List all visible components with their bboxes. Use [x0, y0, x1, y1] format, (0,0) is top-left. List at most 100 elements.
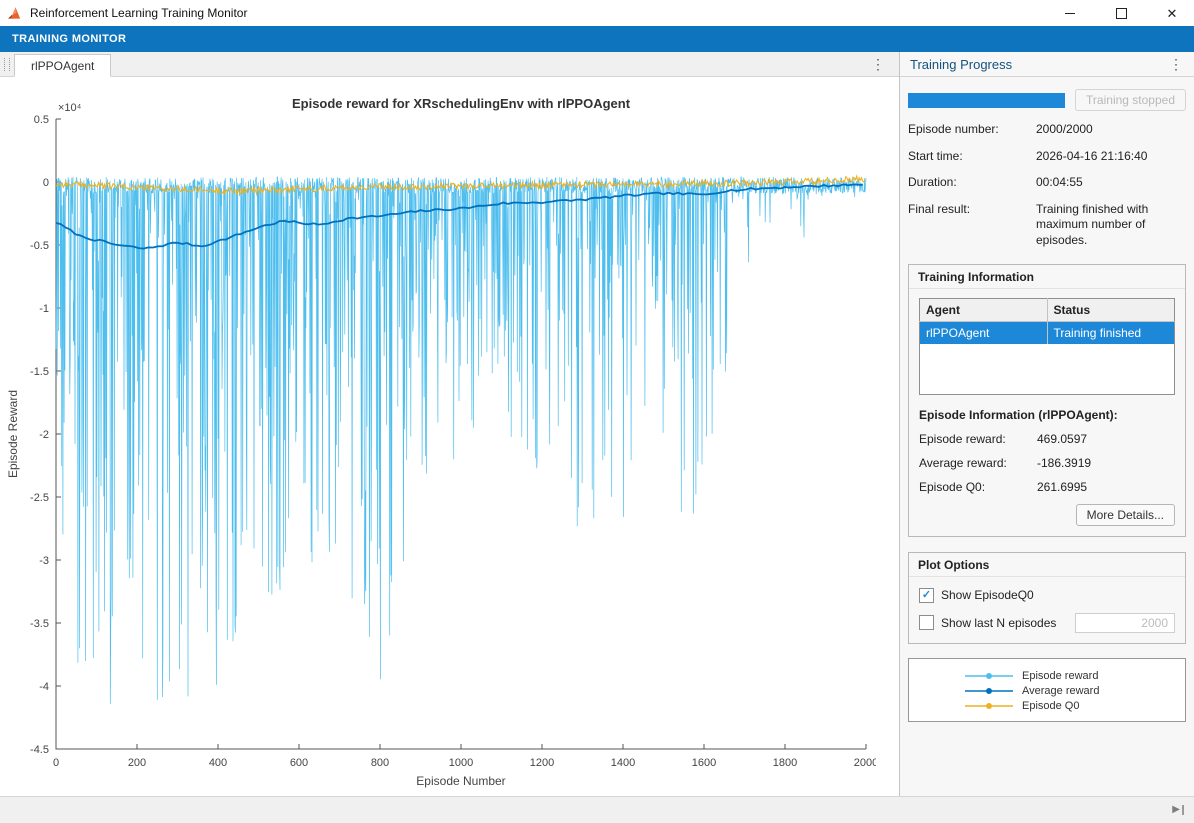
field-value: Training finished with maximum number of…: [1036, 202, 1186, 249]
tab-rlppoagent[interactable]: rlPPOAgent: [14, 54, 111, 77]
y-tick-label: -1: [39, 303, 49, 315]
training-progress-bar: [908, 93, 1065, 108]
table-row-rlppoagent[interactable]: rlPPOAgent Training finished: [920, 321, 1175, 344]
show-last-n-option: Show last N episodes: [919, 613, 1175, 633]
group-content: ✓ Show EpisodeQ0 Show last N episodes: [909, 577, 1185, 643]
app-window: Reinforcement Learning Training Monitor …: [0, 0, 1194, 823]
field-label: Final result:: [908, 202, 1036, 249]
minimize-button[interactable]: [1048, 0, 1092, 26]
field-duration: Duration: 00:04:55: [908, 175, 1186, 191]
episode-reward-row: Episode reward: 469.0597: [919, 432, 1175, 446]
field-value: 469.0597: [1037, 432, 1087, 446]
y-axis-multiplier: ×10⁴: [58, 102, 82, 114]
field-label: Duration:: [908, 175, 1036, 191]
matlab-logo-icon: [8, 6, 23, 20]
show-last-n-checkbox[interactable]: [919, 615, 934, 630]
panel-overflow-icon[interactable]: ⋮: [1164, 56, 1188, 73]
legend-line-icon: [963, 685, 1015, 697]
collapse-panel-icon[interactable]: ▶: [1172, 805, 1184, 815]
more-details-row: More Details...: [919, 504, 1175, 526]
field-value: 261.6995: [1037, 480, 1087, 494]
field-value: -186.3919: [1037, 456, 1091, 470]
window-title: Reinforcement Learning Training Monitor: [30, 6, 247, 20]
episode-information-title: Episode Information (rlPPOAgent):: [919, 408, 1175, 422]
tab-strip: rlPPOAgent ⋮: [0, 52, 899, 77]
show-episodeq0-checkbox[interactable]: ✓: [919, 588, 934, 603]
agents-table: Agent Status rlPPOAgent Training finishe…: [919, 298, 1175, 395]
field-value: 2026-04-16 21:16:40: [1036, 149, 1186, 165]
y-tick-label: -3.5: [30, 618, 49, 630]
minimize-icon: [1065, 13, 1075, 14]
field-label: Episode Q0:: [919, 480, 1037, 494]
training-stopped-button: Training stopped: [1075, 89, 1186, 111]
field-label: Average reward:: [919, 456, 1037, 470]
column-header-status: Status: [1047, 298, 1175, 321]
main-area: rlPPOAgent ⋮ Episode reward for XRschedu…: [0, 52, 1194, 796]
toolstrip-tab-training-monitor[interactable]: TRAINING MONITOR: [0, 26, 1194, 52]
document-area: rlPPOAgent ⋮ Episode reward for XRschedu…: [0, 52, 899, 796]
y-tick-label: -2: [39, 429, 49, 441]
table-empty-area: [920, 344, 1175, 395]
field-value: 2000/2000: [1036, 122, 1186, 138]
panel-body: Training stopped Episode number: 2000/20…: [900, 77, 1194, 796]
field-label: Episode reward:: [919, 432, 1037, 446]
field-start-time: Start time: 2026-04-16 21:16:40: [908, 149, 1186, 165]
figure-canvas: Episode reward for XRschedulingEnv with …: [0, 77, 899, 796]
status-bar: ▶: [0, 796, 1194, 823]
panel-header: Training Progress ⋮: [900, 52, 1194, 77]
episode-reward-chart: Episode reward for XRschedulingEnv with …: [2, 81, 876, 789]
x-tick-label: 1000: [449, 757, 473, 769]
x-tick-label: 0: [53, 757, 59, 769]
y-tick-label: -2.5: [30, 492, 49, 504]
x-tick-label: 1800: [773, 757, 797, 769]
close-button[interactable]: ✕: [1150, 0, 1194, 26]
training-progress-panel: Training Progress ⋮ Training stopped Epi…: [899, 52, 1194, 796]
legend-label: Average reward: [1022, 685, 1099, 697]
average-reward-row: Average reward: -186.3919: [919, 456, 1175, 470]
field-label: Episode number:: [908, 122, 1036, 138]
agents-table-header-row: Agent Status: [920, 298, 1175, 321]
y-tick-label: -0.5: [30, 240, 49, 252]
last-n-episodes-input: [1075, 613, 1175, 633]
column-header-agent: Agent: [920, 298, 1048, 321]
y-tick-label: 0.5: [34, 114, 49, 126]
more-details-button[interactable]: More Details...: [1076, 504, 1175, 526]
y-tick-label: -1.5: [30, 366, 49, 378]
close-icon: ✕: [1167, 7, 1178, 20]
group-title: Plot Options: [909, 553, 1185, 577]
maximize-button[interactable]: [1099, 0, 1143, 26]
x-tick-label: 800: [371, 757, 389, 769]
group-title: Training Information: [909, 265, 1185, 289]
y-tick-label: -4.5: [30, 744, 49, 756]
x-tick-label: 1400: [611, 757, 635, 769]
x-tick-label: 200: [128, 757, 146, 769]
y-tick-label: -4: [39, 681, 49, 693]
training-information-group: Training Information Agent Status rlPPOA…: [908, 264, 1186, 537]
cell-agent: rlPPOAgent: [920, 321, 1048, 344]
x-tick-label: 2000: [854, 757, 876, 769]
legend-item: Episode Q0: [963, 700, 1131, 712]
checkbox-label: Show EpisodeQ0: [941, 588, 1034, 602]
training-progress-fill: [908, 93, 1065, 108]
field-episode-number: Episode number: 2000/2000: [908, 122, 1186, 138]
x-tick-label: 1600: [692, 757, 716, 769]
legend-item: Episode reward: [963, 670, 1131, 682]
series-episode-reward: [56, 177, 866, 704]
chart-legend: Episode reward Average reward Episode Q0: [908, 658, 1186, 722]
x-tick-label: 1200: [530, 757, 554, 769]
y-tick-label: 0: [43, 177, 49, 189]
maximize-icon: [1116, 8, 1127, 19]
chart-title: Episode reward for XRschedulingEnv with …: [292, 96, 631, 111]
x-axis-label: Episode Number: [416, 774, 505, 788]
x-tick-label: 400: [209, 757, 227, 769]
legend-label: Episode Q0: [1022, 700, 1079, 712]
progress-row: Training stopped: [908, 89, 1186, 111]
tab-overflow-icon[interactable]: ⋮: [865, 56, 891, 73]
field-value: 00:04:55: [1036, 175, 1186, 191]
checkbox-label: Show last N episodes: [941, 616, 1056, 630]
legend-item: Average reward: [963, 685, 1131, 697]
y-tick-label: -3: [39, 555, 49, 567]
legend-line-icon: [963, 700, 1015, 712]
episode-q0-row: Episode Q0: 261.6995: [919, 480, 1175, 494]
cell-status: Training finished: [1047, 321, 1175, 344]
